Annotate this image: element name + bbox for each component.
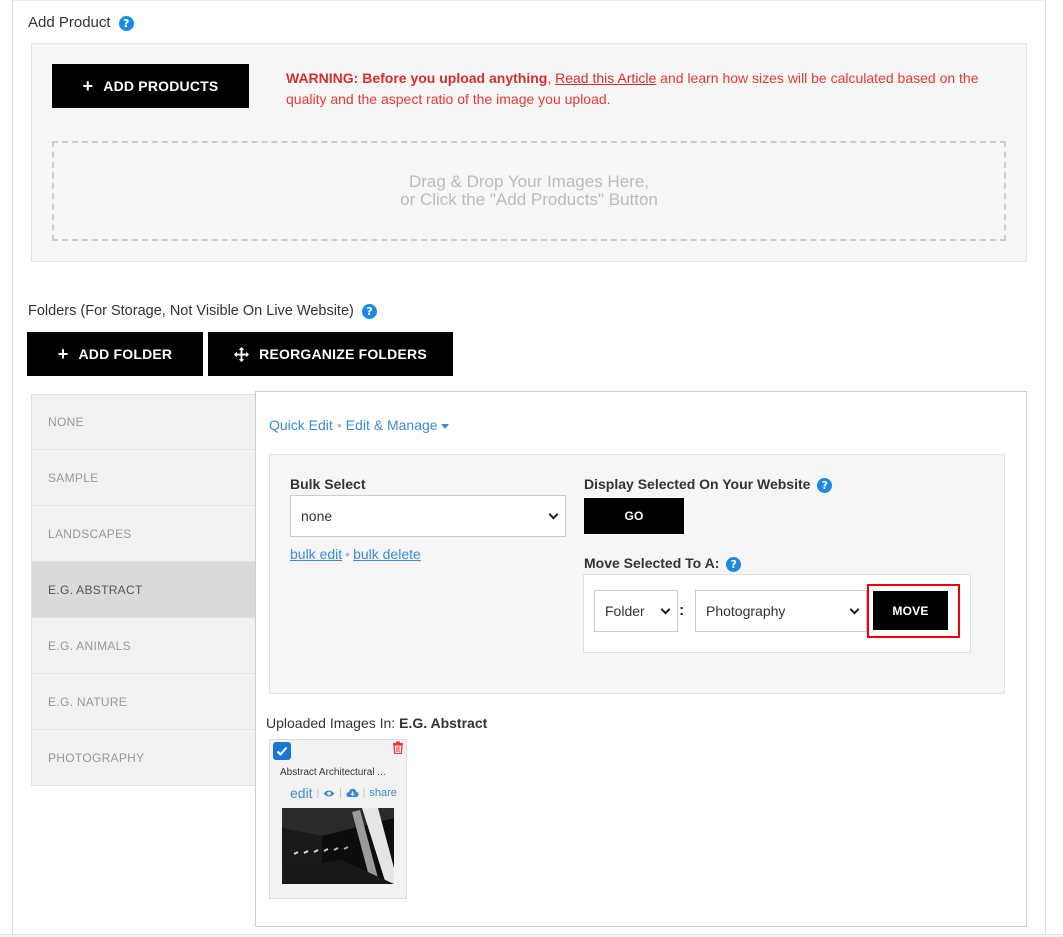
image-card-title: Abstract Architectural ...: [280, 767, 386, 778]
folder-item-label: LANDSCAPES: [48, 526, 132, 541]
go-button[interactable]: GO: [584, 498, 684, 534]
move-type-value: Folder: [605, 603, 645, 619]
edit-mode-links: Quick Edit • Edit & Manage: [269, 417, 449, 433]
chevron-down-icon: [660, 604, 671, 615]
add-products-label: ADD PRODUCTS: [103, 78, 219, 94]
add-product-header: Add Product ?: [28, 14, 134, 31]
image-card-actions: edit | | | share: [290, 785, 397, 801]
quick-edit-link[interactable]: Quick Edit: [269, 417, 333, 433]
reorganize-folders-button[interactable]: REORGANIZE FOLDERS: [208, 332, 453, 376]
move-selected-header: Move Selected To A: ?: [584, 555, 742, 572]
dropzone-line-2: or Click the "Add Products" Button: [400, 190, 658, 209]
separator-colon: :: [679, 602, 685, 619]
reorganize-folders-label: REORGANIZE FOLDERS: [259, 346, 427, 362]
read-article-link[interactable]: Read this Article: [555, 70, 656, 86]
cloud-download-icon[interactable]: [346, 788, 359, 798]
add-product-title: Add Product: [28, 14, 111, 31]
folder-item-label: E.G. NATURE: [48, 694, 128, 709]
frame-border-top: [12, 0, 1046, 1]
bulk-edit-link[interactable]: bulk edit: [290, 546, 342, 562]
bulk-delete-link[interactable]: bulk delete: [353, 546, 421, 562]
upload-warning: WARNING: Before you upload anything, Rea…: [286, 70, 979, 107]
plus-icon: +: [57, 344, 69, 364]
eye-icon[interactable]: [323, 789, 335, 798]
help-icon[interactable]: ?: [118, 15, 134, 31]
folders-header: Folders (For Storage, Not Visible On Liv…: [28, 303, 377, 319]
folder-item-photography[interactable]: PHOTOGRAPHY: [31, 730, 257, 786]
bulk-links: bulk edit • bulk delete: [290, 546, 421, 562]
bulk-select-label: Bulk Select: [290, 476, 366, 492]
edit-manage-dropdown[interactable]: Edit & Manage: [346, 417, 449, 433]
chevron-down-icon: [849, 604, 860, 615]
bulk-select-dropdown[interactable]: none: [290, 495, 566, 537]
check-icon: [276, 746, 288, 756]
display-selected-label: Display Selected On Your Website: [584, 476, 811, 492]
folder-item-label: SAMPLE: [48, 470, 99, 485]
chevron-down-icon: [548, 509, 559, 520]
move-arrows-icon: [234, 346, 250, 362]
image-thumbnail[interactable]: [282, 808, 394, 884]
move-target-value: Photography: [706, 603, 786, 619]
display-selected-header: Display Selected On Your Website ?: [584, 476, 833, 493]
caret-down-icon: [440, 423, 449, 429]
move-button-highlight: [867, 584, 960, 638]
frame-border-right: [1045, 0, 1046, 937]
uploaded-folder-name: E.G. Abstract: [399, 715, 488, 731]
uploaded-prefix: Uploaded Images In:: [266, 715, 400, 731]
image-edit-link[interactable]: edit: [290, 785, 313, 801]
folder-item-abstract[interactable]: E.G. ABSTRACT: [31, 562, 257, 618]
bulk-select-value: none: [301, 508, 333, 524]
image-dropzone[interactable]: Drag & Drop Your Images Here, or Click t…: [52, 141, 1006, 241]
add-folder-button[interactable]: + ADD FOLDER: [27, 332, 203, 376]
delete-trash-icon[interactable]: [392, 741, 404, 759]
folder-item-label: E.G. ABSTRACT: [48, 582, 143, 597]
folder-item-landscapes[interactable]: LANDSCAPES: [31, 506, 257, 562]
add-products-button[interactable]: + ADD PRODUCTS: [52, 64, 249, 108]
help-icon[interactable]: ?: [361, 303, 377, 319]
folder-item-label: NONE: [48, 415, 84, 429]
image-share-link[interactable]: share: [369, 787, 397, 799]
edit-manage-label: Edit & Manage: [345, 417, 438, 433]
image-select-checkbox[interactable]: [273, 742, 291, 760]
folder-item-nature[interactable]: E.G. NATURE: [31, 674, 257, 730]
folders-title: Folders (For Storage, Not Visible On Liv…: [28, 303, 354, 319]
help-icon[interactable]: ?: [726, 556, 742, 572]
warning-bold-text: WARNING: Before you upload anything: [286, 70, 548, 86]
frame-border-left: [12, 0, 13, 937]
add-folder-label: ADD FOLDER: [78, 346, 173, 362]
go-label: GO: [624, 509, 644, 523]
move-target-select[interactable]: Photography: [695, 590, 867, 632]
move-selected-label: Move Selected To A:: [584, 555, 720, 571]
folder-list: NONE SAMPLE LANDSCAPES E.G. ABSTRACT E.G…: [31, 394, 257, 786]
folder-item-none[interactable]: NONE: [31, 394, 257, 450]
move-type-select[interactable]: Folder: [594, 590, 678, 632]
help-icon[interactable]: ?: [817, 477, 833, 493]
dropzone-line-1: Drag & Drop Your Images Here,: [408, 172, 649, 191]
folder-item-label: E.G. ANIMALS: [48, 638, 131, 653]
uploaded-images-title: Uploaded Images In: E.G. Abstract: [266, 715, 487, 731]
folder-item-label: PHOTOGRAPHY: [48, 750, 145, 765]
plus-icon: +: [82, 76, 94, 96]
folder-item-animals[interactable]: E.G. ANIMALS: [31, 618, 257, 674]
folder-item-sample[interactable]: SAMPLE: [31, 450, 257, 506]
